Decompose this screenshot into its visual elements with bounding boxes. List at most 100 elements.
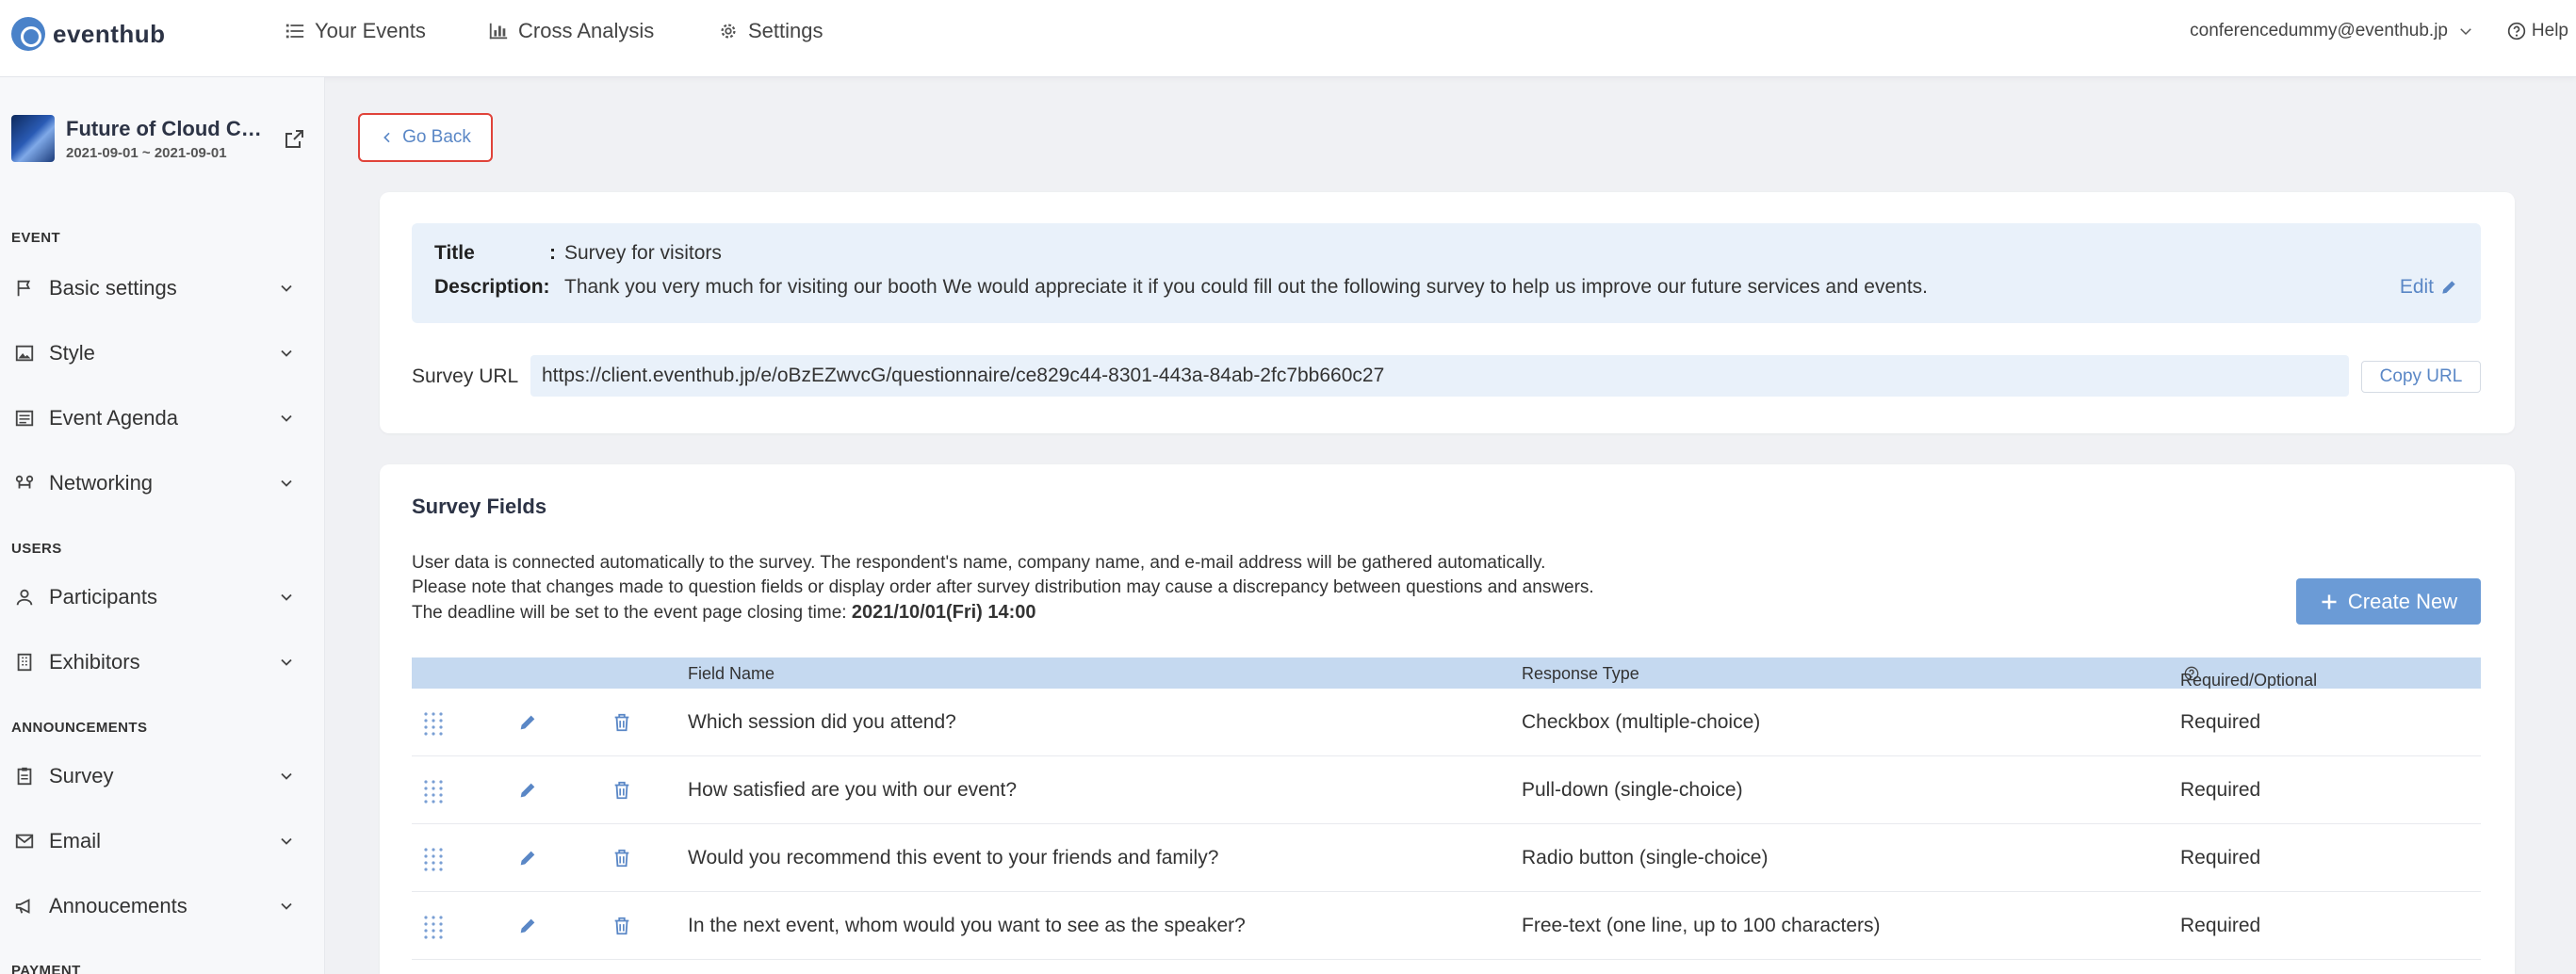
column-required-optional: Required/Optional bbox=[2180, 664, 2317, 690]
create-new-button[interactable]: Create New bbox=[2296, 578, 2481, 625]
field-name: In the next event, whom would you want t… bbox=[688, 915, 1246, 936]
table-row: In the next event, whom would you want t… bbox=[412, 892, 2481, 960]
trash-icon[interactable] bbox=[611, 712, 632, 733]
section-label-payment: PAYMENT bbox=[11, 963, 81, 974]
pencil-icon[interactable] bbox=[517, 916, 538, 936]
top-nav: eventhub Your Events Cross Analysis Sett… bbox=[0, 0, 2576, 77]
pencil-icon[interactable] bbox=[517, 712, 538, 733]
event-dates: 2021-09-01 ~ 2021-09-01 bbox=[66, 145, 227, 161]
pencil-icon[interactable] bbox=[517, 780, 538, 801]
sidebar-item-label: Annoucements bbox=[49, 894, 187, 917]
gear-icon bbox=[721, 24, 736, 39]
sidebar-item-label: Networking bbox=[49, 471, 154, 495]
drag-handle-icon[interactable] bbox=[423, 711, 444, 736]
table-row: Would you recommend this event to your f… bbox=[412, 824, 2481, 892]
drag-handle-icon[interactable] bbox=[423, 779, 444, 804]
sidebar-item-participants[interactable]: Participants bbox=[13, 578, 296, 616]
question-circle-icon bbox=[2507, 22, 2526, 41]
table-row: How satisfied are you with our event? Pu… bbox=[412, 756, 2481, 824]
pencil-icon bbox=[2442, 281, 2455, 294]
nav-your-events[interactable]: Your Events bbox=[285, 19, 426, 43]
drag-handle-icon[interactable] bbox=[423, 847, 444, 871]
response-type: Checkbox (multiple-choice) bbox=[1522, 711, 1761, 733]
required-status: Required bbox=[2180, 711, 2261, 733]
nav-label: Settings bbox=[748, 19, 823, 42]
response-type: Free-text (one line, up to 100 character… bbox=[1522, 915, 1881, 936]
survey-url-field[interactable]: https://client.eventhub.jp/e/oBzEZwvcG/q… bbox=[530, 355, 2349, 397]
notice-line-3: The deadline will be set to the event pa… bbox=[412, 602, 1036, 624]
sidebar-item-label: Basic settings bbox=[49, 276, 177, 300]
survey-description-row: Description: Thank you very much for visi… bbox=[434, 276, 1928, 299]
chevron-down-icon bbox=[281, 837, 292, 845]
user-email: conferencedummy@eventhub.jp bbox=[2190, 21, 2448, 41]
sidebar-item-email[interactable]: Email bbox=[13, 822, 296, 860]
sidebar-item-event-agenda[interactable]: Event Agenda bbox=[13, 399, 296, 437]
sidebar-item-exhibitors[interactable]: Exhibitors bbox=[13, 643, 296, 681]
title-separator: : bbox=[549, 242, 556, 264]
nav-cross-analysis[interactable]: Cross Analysis bbox=[488, 19, 654, 43]
chevron-down-icon bbox=[281, 593, 292, 601]
required-status: Required bbox=[2180, 779, 2261, 801]
sidebar-item-label: Survey bbox=[49, 764, 114, 787]
help-link[interactable]: Help bbox=[2507, 21, 2568, 41]
event-card: Future of Cloud Computing 2021-09-01 ~ 2… bbox=[11, 115, 313, 171]
sidebar-item-networking[interactable]: Networking bbox=[13, 464, 296, 502]
copy-url-button[interactable]: Copy URL bbox=[2361, 361, 2481, 393]
survey-description: Thank you very much for visiting our boo… bbox=[564, 276, 1929, 298]
create-new-label: Create New bbox=[2347, 589, 2458, 613]
envelope-icon bbox=[13, 830, 36, 852]
trash-icon[interactable] bbox=[611, 780, 632, 801]
brand-logo[interactable]: eventhub bbox=[11, 17, 166, 51]
field-name: Would you recommend this event to your f… bbox=[688, 847, 1219, 868]
field-name: How satisfied are you with our event? bbox=[688, 779, 1018, 801]
survey-title: Survey for visitors bbox=[564, 242, 722, 264]
sidebar-item-label: Event Agenda bbox=[49, 406, 179, 430]
survey-title-row: Title: Survey for visitors bbox=[434, 242, 722, 265]
clipboard-icon bbox=[13, 765, 36, 787]
survey-url-label: Survey URL bbox=[412, 365, 519, 387]
network-icon bbox=[13, 472, 36, 495]
chevron-down-icon bbox=[281, 902, 292, 910]
column-response-type: Response Type bbox=[1522, 664, 1639, 683]
required-status: Required bbox=[2180, 847, 2261, 868]
chevron-down-icon bbox=[281, 414, 292, 422]
trash-icon[interactable] bbox=[611, 848, 632, 868]
table-header: Field Name Response Type Required/Option… bbox=[412, 657, 2481, 690]
go-back-label: Go Back bbox=[402, 127, 471, 147]
external-link-icon[interactable] bbox=[283, 128, 305, 151]
sidebar-item-survey[interactable]: Survey bbox=[13, 757, 296, 795]
pencil-icon[interactable] bbox=[517, 848, 538, 868]
user-menu[interactable]: conferencedummy@eventhub.jp bbox=[2190, 21, 2474, 41]
title-label: Title bbox=[434, 242, 475, 264]
table-row: Which session did you attend? Checkbox (… bbox=[412, 689, 2481, 756]
deadline-value: 2021/10/01(Fri) 14:00 bbox=[851, 602, 1036, 623]
go-back-button[interactable]: Go Back bbox=[358, 113, 493, 162]
megaphone-icon bbox=[13, 895, 36, 917]
plus-icon bbox=[2322, 594, 2337, 609]
sidebar-item-annoucements[interactable]: Annoucements bbox=[13, 887, 296, 925]
sidebar-item-label: Participants bbox=[49, 585, 157, 609]
help-label: Help bbox=[2531, 21, 2568, 41]
nav-label: Your Events bbox=[315, 19, 426, 42]
notice-line-1: User data is connected automatically to … bbox=[412, 553, 1546, 573]
drag-handle-icon[interactable] bbox=[423, 915, 444, 939]
event-thumbnail bbox=[11, 115, 55, 162]
deadline-label: The deadline will be set to the event pa… bbox=[412, 603, 852, 623]
sidebar-item-basic-settings[interactable]: Basic settings bbox=[13, 269, 296, 307]
survey-fields-title: Survey Fields bbox=[412, 495, 547, 518]
agenda-icon bbox=[13, 407, 36, 430]
list-icon bbox=[285, 24, 304, 39]
response-type: Radio button (single-choice) bbox=[1522, 847, 1769, 868]
notice-line-2: Please note that changes made to questio… bbox=[412, 577, 1594, 597]
chevron-down-icon bbox=[281, 479, 292, 487]
sidebar-item-label: Exhibitors bbox=[49, 650, 140, 674]
sidebar-item-style[interactable]: Style bbox=[13, 334, 296, 372]
trash-icon[interactable] bbox=[611, 916, 632, 936]
chevron-down-icon bbox=[281, 772, 292, 780]
nav-label: Cross Analysis bbox=[518, 19, 655, 42]
edit-label: Edit bbox=[2399, 276, 2434, 298]
nav-settings[interactable]: Settings bbox=[718, 19, 823, 43]
brand-name: eventhub bbox=[53, 19, 166, 48]
edit-survey-button[interactable]: Edit bbox=[2400, 276, 2458, 299]
sidebar: Future of Cloud Computing 2021-09-01 ~ 2… bbox=[0, 77, 325, 974]
